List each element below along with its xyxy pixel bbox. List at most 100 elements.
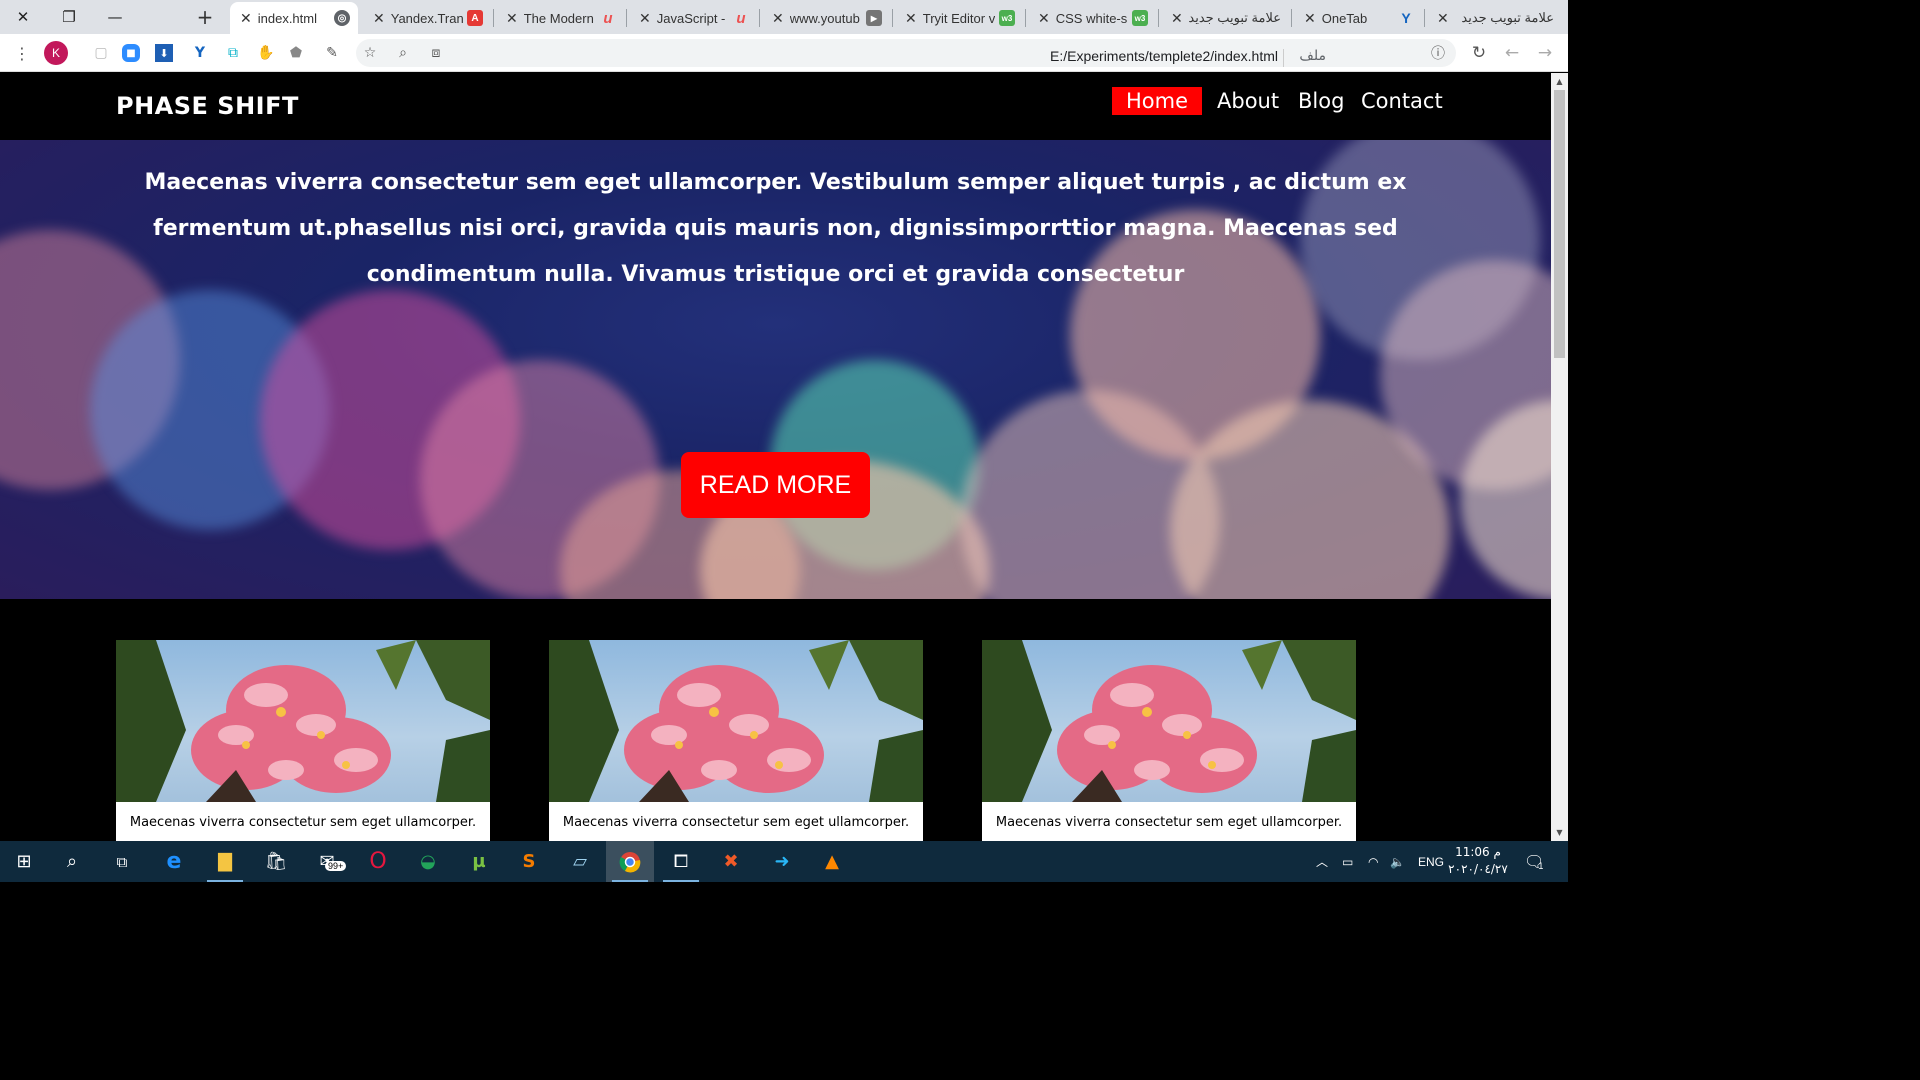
eyedropper-extension-icon[interactable]: ✎ xyxy=(320,41,344,65)
flower-image xyxy=(982,640,1356,802)
info-icon[interactable]: ⓘ xyxy=(1426,41,1450,65)
tab-title: CSS white-s xyxy=(1055,10,1128,26)
udemy-icon: u xyxy=(736,9,746,27)
utorrent-icon[interactable]: µ xyxy=(455,841,503,882)
opera-icon[interactable]: O xyxy=(354,841,402,882)
back-arrow-icon[interactable]: ← xyxy=(1500,41,1524,65)
windows-taskbar: ⊞ ⌕ ⧉ e ▇ 🛍 ✉ 99+ O ◒ µ S ▱ ⧠ ✖ ➜ ▲ ︿ ▭ … xyxy=(0,841,1568,882)
shareit-icon[interactable]: ➜ xyxy=(758,841,806,882)
sublime-icon[interactable]: S xyxy=(505,841,553,882)
scroll-down-icon[interactable]: ▼ xyxy=(1551,824,1568,841)
system-clock[interactable]: 11:06 م ٢٠٢٠/٠٤/٢٧ xyxy=(1448,844,1508,878)
show-hidden-icons-icon[interactable]: ︿ xyxy=(1316,841,1328,882)
close-tab-icon[interactable]: ✕ xyxy=(240,10,252,27)
tab-tryit[interactable]: ✕ Tryit Editor v w3 xyxy=(895,2,1023,34)
globe-icon: ◎ xyxy=(334,10,350,26)
mail-icon[interactable]: ✉ 99+ xyxy=(303,841,351,882)
store-icon[interactable]: 🛍 xyxy=(252,841,300,882)
site-navbar: PHASE SHIFT Home About Blog Contact xyxy=(0,73,1551,140)
close-tab-icon[interactable]: ✕ xyxy=(639,10,651,27)
tab-onetab[interactable]: ✕ OneTab Y xyxy=(1294,2,1422,34)
close-tab-icon[interactable]: ✕ xyxy=(1437,10,1449,27)
tab-yandex[interactable]: ✕ Yandex.Trans A xyxy=(363,2,491,34)
card-2[interactable]: Maecenas viverra consectetur sem eget ul… xyxy=(549,640,923,841)
volume-icon[interactable]: 🔈 xyxy=(1390,841,1405,882)
close-tab-icon[interactable]: ✕ xyxy=(506,10,518,27)
tab-css-white-space[interactable]: ✕ CSS white-s w3 xyxy=(1028,2,1156,34)
translate-page-icon[interactable]: ⧈ xyxy=(424,41,448,65)
notifications-icon[interactable]: 🗨 1 xyxy=(1524,841,1544,882)
tab-title: JavaScript - xyxy=(656,10,726,26)
shield-extension-icon[interactable]: ⬟ xyxy=(284,41,308,65)
close-tab-icon[interactable]: ✕ xyxy=(1038,10,1050,27)
tab-title: علامة تبويب جديد xyxy=(1461,10,1554,25)
read-more-button[interactable]: READ MORE xyxy=(681,452,870,518)
wifi-icon[interactable]: ◠ xyxy=(1368,841,1378,882)
language-indicator[interactable]: ENG xyxy=(1418,841,1444,882)
extension-blank-icon[interactable]: ▢ xyxy=(89,41,113,65)
onetab-extension-icon[interactable]: Y xyxy=(188,41,212,65)
clock-time: 11:06 م xyxy=(1455,845,1501,859)
tab-javascript[interactable]: ✕ JavaScript - u xyxy=(629,2,757,34)
card-caption: Maecenas viverra consectetur sem eget ul… xyxy=(562,814,910,830)
download-extension-icon[interactable]: ⬇ xyxy=(155,44,173,62)
close-tab-icon[interactable]: ✕ xyxy=(905,10,917,27)
search-icon[interactable]: ⌕ xyxy=(48,841,96,882)
tab-new-tab-1[interactable]: ✕ علامة تبويب جديد xyxy=(1161,2,1289,34)
xampp-icon[interactable]: ✖ xyxy=(707,841,755,882)
chrome-icon[interactable] xyxy=(606,841,654,882)
translate-icon: A xyxy=(467,10,483,26)
profile-avatar[interactable]: K xyxy=(44,41,68,65)
card-caption: Maecenas viverra consectetur sem eget ul… xyxy=(129,814,477,830)
nav-contact[interactable]: Contact xyxy=(1347,87,1457,115)
tab-new-tab-2[interactable]: ✕ علامة تبويب جديد xyxy=(1427,2,1562,34)
tab-modern[interactable]: ✕ The Modern u xyxy=(496,2,624,34)
address-bar[interactable]: ☆ ⌕ ⧈ E:/Experiments/templete2/index.htm… xyxy=(356,39,1456,67)
scroll-up-icon[interactable]: ▲ xyxy=(1551,73,1568,90)
bookmark-star-icon[interactable]: ☆ xyxy=(358,41,382,65)
page-scrollbar[interactable]: ▲ ▼ xyxy=(1551,73,1568,841)
copy-extension-icon[interactable]: ⧉ xyxy=(221,41,245,65)
tab-index-html[interactable]: ✕ index.html ◎ xyxy=(230,2,358,34)
edge-icon[interactable]: e xyxy=(150,841,198,882)
idm-icon[interactable]: ◒ xyxy=(404,841,452,882)
menu-dots-icon[interactable]: ⋮ xyxy=(10,41,34,65)
tab-title: index.html xyxy=(257,10,317,26)
new-tab-button[interactable]: + xyxy=(190,0,220,34)
url-text[interactable]: E:/Experiments/templete2/index.html xyxy=(1050,48,1278,64)
battery-icon[interactable]: ▭ xyxy=(1342,841,1353,882)
zoom-extension-icon[interactable]: ■ xyxy=(122,44,140,62)
minimize-window-icon[interactable]: — xyxy=(92,0,138,34)
reload-icon[interactable]: ↻ xyxy=(1467,41,1491,65)
forward-arrow-icon[interactable]: → xyxy=(1533,41,1557,65)
nav-home[interactable]: Home xyxy=(1112,87,1203,115)
url-scheme-label: ملف xyxy=(1299,48,1326,64)
close-tab-icon[interactable]: ✕ xyxy=(772,10,784,27)
brackets-icon[interactable]: ⧠ xyxy=(657,841,705,882)
card-1[interactable]: Maecenas viverra consectetur sem eget ul… xyxy=(116,640,490,841)
close-tab-icon[interactable]: ✕ xyxy=(1304,10,1316,27)
windows-start-icon[interactable]: ⊞ xyxy=(0,841,48,882)
site-logo[interactable]: PHASE SHIFT xyxy=(116,92,299,120)
search-icon[interactable]: ⌕ xyxy=(391,41,415,65)
close-tab-icon[interactable]: ✕ xyxy=(1171,10,1183,27)
file-explorer-icon[interactable]: ▇ xyxy=(201,841,249,882)
hero-section: Maecenas viverra consectetur sem eget ul… xyxy=(0,140,1551,599)
task-view-icon[interactable]: ⧉ xyxy=(98,841,146,882)
clock-date: ٢٠٢٠/٠٤/٢٧ xyxy=(1448,862,1508,876)
card-caption: Maecenas viverra consectetur sem eget ul… xyxy=(995,814,1343,830)
scrollbar-thumb[interactable] xyxy=(1554,90,1565,358)
vlc-icon[interactable]: ▲ xyxy=(808,841,856,882)
tab-youtube[interactable]: ✕ www.youtub ▶ xyxy=(762,2,890,34)
close-window-icon[interactable]: ✕ xyxy=(0,0,46,34)
flower-image xyxy=(549,640,923,802)
restore-window-icon[interactable]: ❐ xyxy=(46,0,92,34)
tab-title: The Modern xyxy=(523,10,594,26)
nav-about[interactable]: About xyxy=(1203,87,1293,115)
notepad-icon[interactable]: ▱ xyxy=(556,841,604,882)
card-3[interactable]: Maecenas viverra consectetur sem eget ul… xyxy=(982,640,1356,841)
tab-title: www.youtub xyxy=(789,10,860,26)
youtube-icon: ▶ xyxy=(866,10,882,26)
close-tab-icon[interactable]: ✕ xyxy=(373,10,385,27)
hand-extension-icon[interactable]: ✋ xyxy=(254,41,278,65)
